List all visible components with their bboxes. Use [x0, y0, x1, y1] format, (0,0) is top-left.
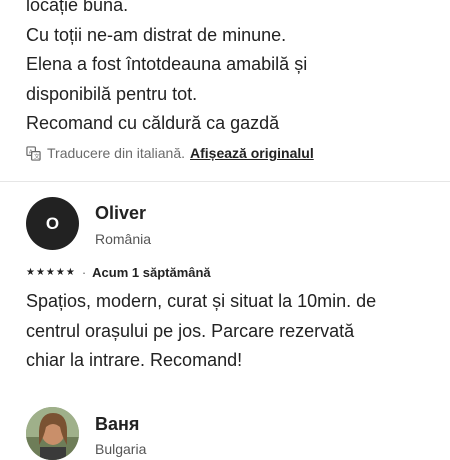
review-line: disponibilă pentru tot. [26, 83, 198, 104]
svg-text:A: A [29, 149, 33, 155]
reviewer-name: Oliver [95, 203, 147, 223]
avatar-initial: O [45, 213, 60, 233]
review-line: Cu toții ne-am distrat de minune. [26, 24, 287, 45]
review-line: chiar la intrare. Recomand! [26, 350, 243, 370]
review-time: Acum 1 săptămână [92, 265, 211, 280]
translation-row: A 文 Traducere din italiană. Afișează ori… [26, 145, 314, 161]
separator: · [81, 265, 87, 280]
show-original-link[interactable]: Afișează originalul [190, 145, 314, 161]
review-text: Spațios, modern, curat și situat la 10mi… [26, 287, 436, 376]
review-line: Recomand cu căldură ca gazdă [26, 113, 280, 133]
previous-review-text: locație bună. Cu toții ne-am distrat de … [26, 0, 436, 139]
review-line: Elena a fost întotdeauna amabilă și [26, 54, 308, 74]
avatar-photo-icon [26, 407, 79, 460]
review-line: centrul orașului pe jos. Parcare rezerva… [26, 320, 355, 341]
divider [0, 181, 450, 182]
review-line: locație bună. [26, 0, 129, 15]
svg-text:文: 文 [34, 152, 40, 160]
avatar[interactable]: O [26, 197, 79, 250]
reviewer-name: Ваня [95, 414, 140, 434]
translate-icon: A 文 [26, 145, 41, 161]
review-line: Spațios, modern, curat și situat la 10mi… [26, 291, 377, 311]
reviewer-country: Bulgaria [95, 441, 147, 457]
avatar[interactable] [26, 407, 79, 460]
translation-note: Traducere din italiană. [47, 145, 186, 161]
review-meta: ★★★★★ · Acum 1 săptămână [26, 265, 211, 280]
reviewer-country: România [95, 231, 152, 247]
star-rating-icon: ★★★★★ [26, 267, 76, 278]
